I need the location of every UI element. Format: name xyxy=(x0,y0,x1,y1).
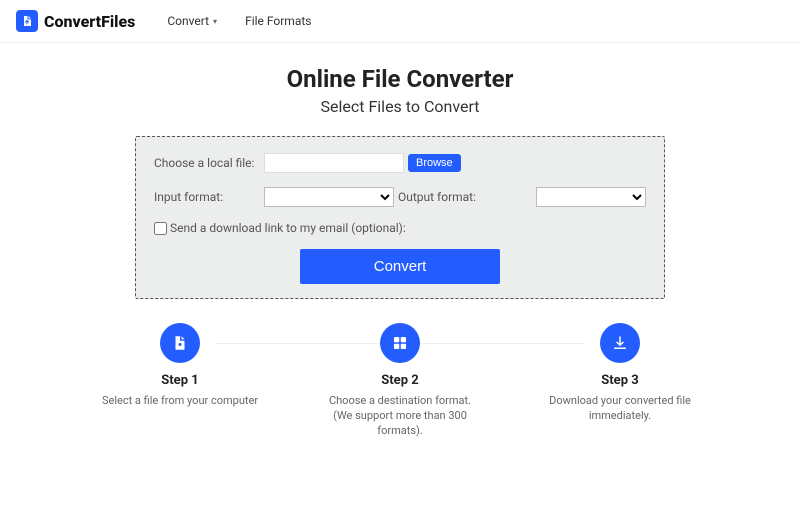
step-2-title: Step 2 xyxy=(320,373,480,388)
browse-button[interactable]: Browse xyxy=(408,154,461,172)
convert-button[interactable]: Convert xyxy=(300,249,500,284)
download-icon xyxy=(600,323,640,363)
step-1-title: Step 1 xyxy=(100,373,260,388)
choose-file-label: Choose a local file: xyxy=(154,156,264,170)
step-1-desc: Select a file from your computer xyxy=(100,394,260,409)
step-3: Step 3 Download your converted file imme… xyxy=(540,323,700,439)
steps-row: Step 1 Select a file from your computer … xyxy=(16,323,784,439)
nav-convert-label: Convert xyxy=(167,14,209,28)
page-title: Online File Converter xyxy=(16,65,784,93)
nav-formats-label: File Formats xyxy=(245,14,311,28)
input-format-select[interactable] xyxy=(264,187,394,207)
step-2: Step 2 Choose a destination format. (We … xyxy=(320,323,480,439)
email-checkbox[interactable] xyxy=(154,222,167,235)
grid-icon xyxy=(380,323,420,363)
chevron-down-icon: ▾ xyxy=(213,17,217,26)
brand-logo[interactable]: ConvertFiles xyxy=(16,10,135,32)
nav-file-formats[interactable]: File Formats xyxy=(245,14,311,28)
step-2-desc: Choose a destination format. (We support… xyxy=(320,394,480,439)
top-nav: ConvertFiles Convert ▾ File Formats xyxy=(0,0,800,43)
email-label: Send a download link to my email (option… xyxy=(170,221,406,235)
step-3-desc: Download your converted file immediately… xyxy=(540,394,700,424)
file-icon xyxy=(16,10,38,32)
file-select-icon xyxy=(160,323,200,363)
step-3-title: Step 3 xyxy=(540,373,700,388)
brand-name: ConvertFiles xyxy=(44,12,135,31)
output-format-label: Output format: xyxy=(398,190,476,204)
nav-convert[interactable]: Convert ▾ xyxy=(167,14,217,28)
local-file-input[interactable] xyxy=(264,153,404,173)
main-nav: Convert ▾ File Formats xyxy=(167,14,311,28)
convert-panel: Choose a local file: Browse Input format… xyxy=(135,136,665,299)
step-1: Step 1 Select a file from your computer xyxy=(100,323,260,439)
output-format-select[interactable] xyxy=(536,187,646,207)
page-subtitle: Select Files to Convert xyxy=(16,97,784,116)
input-format-label: Input format: xyxy=(154,190,264,204)
